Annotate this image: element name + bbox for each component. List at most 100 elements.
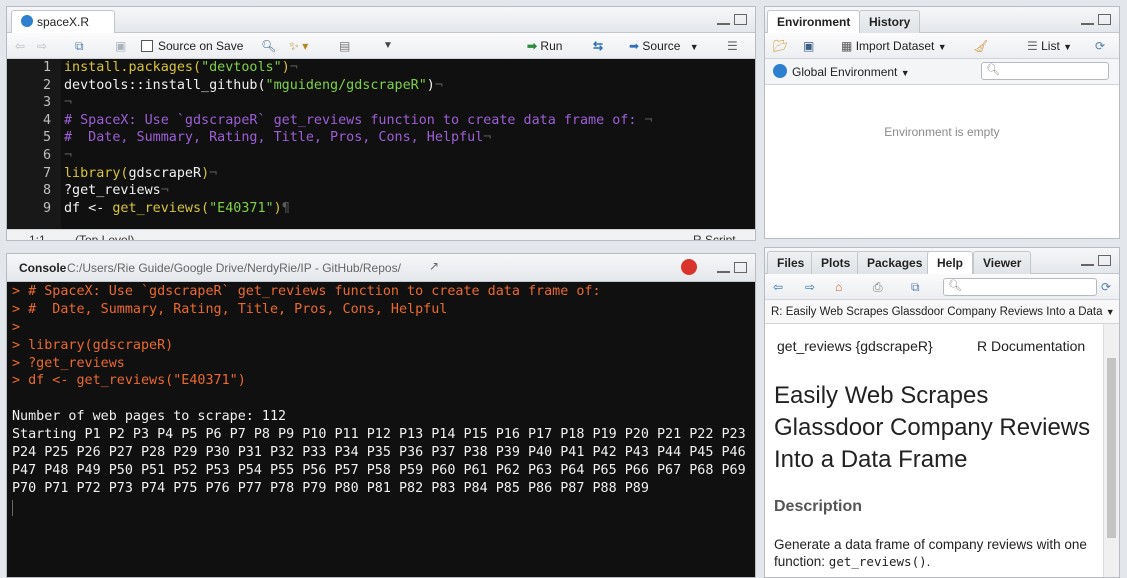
global-env-dropdown[interactable]: Global Environment ▼ xyxy=(773,63,910,81)
minimize-icon[interactable] xyxy=(1081,262,1094,266)
code-token: df <- xyxy=(64,200,113,216)
console-header: Console C:/Users/Rie Guide/Google Drive/… xyxy=(7,254,755,282)
import-dataset-label: Import Dataset xyxy=(855,39,935,53)
line-number: 8 xyxy=(42,183,51,199)
code-editor[interactable]: 123456789 install.packages("devtools")¬ d… xyxy=(7,59,755,229)
source-arrow-icon: ➡ xyxy=(629,39,640,53)
save-icon[interactable]: ▣ xyxy=(115,37,126,55)
help-content: get_reviews {gdscrapeR} R Documentation … xyxy=(765,324,1103,577)
line-number: 9 xyxy=(42,200,51,216)
go-to-directory-icon[interactable]: ↗ xyxy=(429,259,439,273)
rerun-icon[interactable]: ⇆ xyxy=(593,37,603,55)
search-icon[interactable]: 🔍︎ xyxy=(261,37,276,55)
environment-pane: Environment History 📂︎ ▣ ▦ Import Datase… xyxy=(764,6,1120,239)
save-workspace-icon[interactable]: ▣ xyxy=(803,37,814,55)
tab-plots[interactable]: Plots xyxy=(811,251,861,274)
environment-toolbar: 📂︎ ▣ ▦ Import Dataset ▼ 🧹︎ ☰ List ▼ ⟳ xyxy=(765,33,1119,59)
help-tabbar: Files Plots Packages Help Viewer xyxy=(765,248,1119,275)
scope-selector[interactable]: (Top Level) ⌄ xyxy=(75,233,148,240)
list-view-dropdown[interactable]: ☰ List ▼ xyxy=(1027,37,1072,55)
line-number: 3 xyxy=(42,95,51,111)
help-topic-dropdown[interactable]: R: Easily Web Scrapes Glassdoor Company … xyxy=(771,303,1115,321)
editor-window-controls xyxy=(713,14,747,28)
tab-help[interactable]: Help xyxy=(927,251,974,275)
help-search-input[interactable]: 🔍︎ xyxy=(943,278,1097,296)
chevron-down-icon: ▼ xyxy=(689,42,699,52)
line-number: 2 xyxy=(42,77,51,93)
r-file-icon xyxy=(21,15,33,27)
code-line: # Date, Summary, Rating, Title, Pros, Co… xyxy=(64,129,755,147)
source-on-save-label: Source on Save xyxy=(158,39,244,53)
console-tab[interactable]: Console xyxy=(19,261,66,275)
file-tab-label: spaceX.R xyxy=(37,15,90,29)
back-arrow-icon[interactable]: ⇦ xyxy=(773,278,783,296)
environment-search-input[interactable]: 🔍︎ xyxy=(981,62,1109,80)
environment-empty-message: Environment is empty xyxy=(884,125,1000,139)
r-logo-icon xyxy=(773,64,787,78)
import-dataset-button[interactable]: ▦ Import Dataset ▼ xyxy=(841,37,947,55)
broom-icon[interactable]: 🧹︎ xyxy=(973,37,988,55)
show-in-window-icon[interactable]: ⧉ xyxy=(75,37,84,55)
console-input-line: > library(gdscrapeR) xyxy=(12,337,174,353)
tab-environment[interactable]: Environment xyxy=(767,10,861,34)
tab-history[interactable]: History xyxy=(859,10,921,33)
run-arrow-icon: ➡ xyxy=(527,39,538,53)
minimize-icon[interactable] xyxy=(717,21,730,25)
refresh-icon[interactable]: ⟳ xyxy=(1095,37,1105,55)
tab-packages[interactable]: Packages xyxy=(857,251,933,274)
maximize-icon[interactable] xyxy=(734,14,747,25)
maximize-icon[interactable] xyxy=(734,262,747,273)
code-token: ¬ xyxy=(64,95,73,111)
run-button[interactable]: ➡ Run xyxy=(527,37,562,55)
maximize-icon[interactable] xyxy=(1098,255,1111,266)
chevron-down-icon: ▼ xyxy=(900,68,910,78)
minimize-icon[interactable] xyxy=(1081,21,1094,25)
magic-wand-icon[interactable]: ✨︎ ▾ xyxy=(289,37,308,55)
help-header-right: R Documentation xyxy=(977,338,1086,354)
stop-icon[interactable] xyxy=(681,259,697,275)
console-path: C:/Users/Rie Guide/Google Drive/NerdyRie… xyxy=(67,261,401,275)
source-label: Source xyxy=(642,39,681,53)
tab-spacex-file[interactable]: spaceX.R ✕ xyxy=(11,10,115,43)
console-output[interactable]: > # SpaceX: Use `gdscrapeR` get_reviews … xyxy=(7,282,755,577)
editor-toolbar: ⇦ ⇨ ⧉ ▣ Source on Save 🔍︎ ✨︎ ▾ ▤ ▼ ➡ Run… xyxy=(7,33,755,59)
scrollbar-thumb[interactable] xyxy=(1107,358,1116,538)
code-token: library( xyxy=(64,165,129,181)
tab-files[interactable]: Files xyxy=(767,251,815,274)
global-env-label: Global Environment xyxy=(792,65,898,79)
source-button[interactable]: ➡ Source ▼ xyxy=(629,37,699,55)
environment-tabbar: Environment History xyxy=(765,7,1119,34)
back-arrow-icon[interactable]: ⇦ xyxy=(15,37,25,55)
outline-icon[interactable]: ☰ xyxy=(727,37,738,55)
compile-report-icon[interactable]: ▤ xyxy=(339,37,350,55)
console-pane: Console C:/Users/Rie Guide/Google Drive/… xyxy=(6,253,756,578)
code-token: ¶ xyxy=(281,200,290,216)
load-workspace-icon[interactable]: 📂︎ xyxy=(773,37,788,55)
code-line: df <- get_reviews("E40371")¶ xyxy=(64,200,755,218)
forward-arrow-icon[interactable]: ⇨ xyxy=(805,278,815,296)
code-token: ¬ xyxy=(64,147,73,163)
search-icon: 🔍︎ xyxy=(986,64,1000,76)
environment-subbar: Global Environment ▼ 🔍︎ xyxy=(765,59,1119,85)
code-line: ¬ xyxy=(64,94,755,112)
source-on-save-checkbox[interactable]: Source on Save xyxy=(141,37,243,55)
list-icon: ☰ xyxy=(1027,39,1038,53)
code-token: ) xyxy=(426,77,435,93)
code-line: # SpaceX: Use `gdscrapeR` get_reviews fu… xyxy=(64,112,755,130)
console-output-line: Number of web pages to scrape: 112 xyxy=(12,409,287,425)
print-icon[interactable]: ⎙ xyxy=(873,278,883,296)
show-in-window-icon[interactable]: ⧉ xyxy=(911,278,920,296)
chevron-down-icon: ▼ xyxy=(937,42,947,52)
options-dropdown-icon[interactable]: ▼ xyxy=(383,37,393,55)
minimize-icon[interactable] xyxy=(717,269,730,273)
home-icon[interactable]: ⌂ xyxy=(835,278,842,296)
maximize-icon[interactable] xyxy=(1098,14,1111,25)
help-scrollbar[interactable] xyxy=(1103,324,1119,577)
tab-viewer[interactable]: Viewer xyxy=(973,251,1032,274)
console-prompt-cursor[interactable] xyxy=(12,499,13,516)
file-type-selector[interactable]: R Script ⌄ xyxy=(693,233,749,240)
console-window-controls xyxy=(713,262,747,276)
forward-arrow-icon[interactable]: ⇨ xyxy=(37,37,47,55)
refresh-icon[interactable]: ⟳ xyxy=(1101,278,1111,296)
